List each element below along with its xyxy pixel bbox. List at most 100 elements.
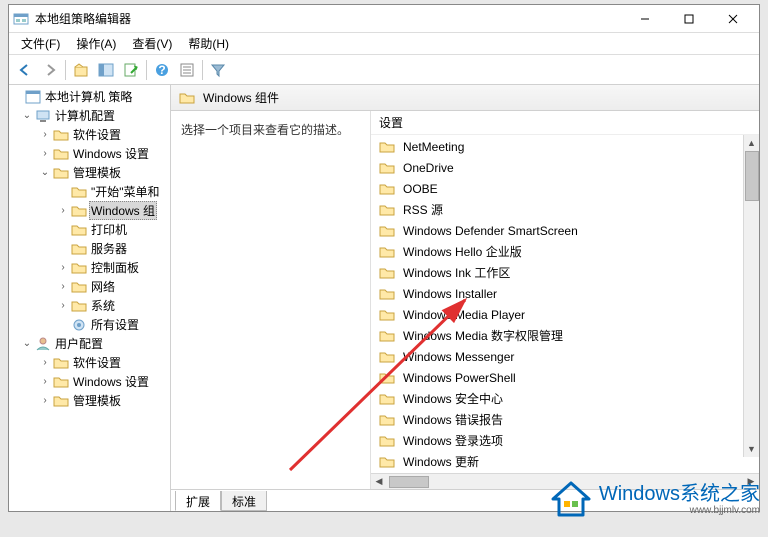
list-item-label: OneDrive — [403, 161, 454, 175]
list-item[interactable]: Windows Media 数字权限管理 — [371, 325, 759, 346]
tree-root[interactable]: 本地计算机 策略 — [9, 87, 170, 106]
scroll-thumb[interactable] — [389, 476, 429, 488]
folder-icon — [379, 328, 395, 344]
expand-right-icon[interactable]: › — [57, 300, 69, 312]
tree-software-settings[interactable]: › 软件设置 — [9, 125, 170, 144]
expand-right-icon[interactable]: › — [39, 357, 51, 369]
folder-icon — [53, 393, 69, 409]
expand-right-icon[interactable]: › — [57, 281, 69, 293]
tree-user-config[interactable]: ⌄ 用户配置 — [9, 334, 170, 353]
folder-icon — [379, 265, 395, 281]
list-item[interactable]: Windows Ink 工作区 — [371, 262, 759, 283]
settings-list: 设置 NetMeeting OneDrive OOBERSS 源Windows De… — [371, 111, 759, 489]
minimize-button[interactable] — [623, 5, 667, 33]
show-hide-tree-button[interactable] — [94, 58, 118, 82]
scroll-left-icon[interactable]: ◀ — [371, 475, 387, 489]
column-header-setting[interactable]: 设置 — [371, 111, 759, 135]
vertical-scrollbar[interactable]: ▲ ▼ — [743, 135, 759, 457]
menu-help[interactable]: 帮助(H) — [180, 33, 237, 54]
tree-windows-settings[interactable]: › Windows 设置 — [9, 144, 170, 163]
tree-start-menu[interactable]: "开始"菜单和 — [9, 182, 170, 201]
expand-right-icon[interactable]: › — [39, 148, 51, 160]
tree-system[interactable]: › 系统 — [9, 296, 170, 315]
scroll-up-icon[interactable]: ▲ — [744, 135, 759, 151]
expand-down-icon[interactable]: ⌄ — [21, 110, 33, 122]
list-item[interactable]: Windows 更新 — [371, 451, 759, 472]
folder-icon — [379, 244, 395, 260]
expand-down-icon[interactable]: ⌄ — [39, 167, 51, 179]
expand-down-icon[interactable]: ⌄ — [21, 338, 33, 350]
folder-icon — [71, 241, 87, 257]
folder-icon — [379, 433, 395, 449]
menu-action[interactable]: 操作(A) — [68, 33, 124, 54]
filter-button[interactable] — [206, 58, 230, 82]
tab-standard[interactable]: 标准 — [221, 491, 267, 511]
tree-admin-templates[interactable]: ⌄ 管理模板 — [9, 163, 170, 182]
up-button[interactable] — [69, 58, 93, 82]
tree-control-panel[interactable]: › 控制面板 — [9, 258, 170, 277]
tree-u-software-settings[interactable]: › 软件设置 — [9, 353, 170, 372]
folder-icon — [379, 160, 395, 176]
description-pane: 选择一个项目来查看它的描述。 — [171, 111, 371, 489]
watermark-text: Windows系统之家 — [599, 483, 760, 505]
list-item-label: Windows Ink 工作区 — [403, 264, 510, 281]
folder-icon — [53, 165, 69, 181]
list-item[interactable]: Windows PowerShell — [371, 367, 759, 388]
tab-extended[interactable]: 扩展 — [175, 491, 221, 511]
menu-file[interactable]: 文件(F) — [13, 33, 68, 54]
list-item-label: Windows 安全中心 — [403, 390, 503, 407]
list-item[interactable]: Windows 安全中心 — [371, 388, 759, 409]
list-item-label: Windows PowerShell — [403, 371, 516, 385]
expand-right-icon[interactable]: › — [57, 262, 69, 274]
list-item[interactable]: Windows Media Player — [371, 304, 759, 325]
list-item[interactable]: Windows Messenger — [371, 346, 759, 367]
scroll-thumb[interactable] — [745, 151, 759, 201]
folder-icon — [379, 202, 395, 218]
tree-pane[interactable]: 本地计算机 策略 ⌄ 计算机配置 › 软件设置 › Windows 设置 — [9, 85, 171, 511]
close-button[interactable] — [711, 5, 755, 33]
export-button[interactable] — [119, 58, 143, 82]
folder-icon — [379, 223, 395, 239]
content-header: Windows 组件 — [171, 85, 759, 111]
expand-right-icon[interactable]: › — [39, 376, 51, 388]
back-button[interactable] — [13, 58, 37, 82]
list-item[interactable]: Windows Hello 企业版 — [371, 241, 759, 262]
folder-icon — [53, 355, 69, 371]
tree-u-admin-templates[interactable]: › 管理模板 — [9, 391, 170, 410]
expand-right-icon[interactable]: › — [39, 129, 51, 141]
list-item[interactable]: OneDrive — [371, 157, 759, 178]
properties-button[interactable] — [175, 58, 199, 82]
list-item[interactable]: OOBE — [371, 178, 759, 199]
expander-icon[interactable] — [11, 91, 23, 103]
expand-right-icon[interactable]: › — [39, 395, 51, 407]
folder-icon — [379, 391, 395, 407]
list-item[interactable]: Windows Defender SmartScreen — [371, 220, 759, 241]
list-item[interactable]: NetMeeting — [371, 136, 759, 157]
watermark: Windows系统之家 www.bjjmlv.com — [549, 477, 760, 521]
help-button[interactable]: ? — [150, 58, 174, 82]
list-item[interactable]: Windows 登录选项 — [371, 430, 759, 451]
expand-right-icon[interactable]: › — [57, 205, 69, 217]
tree-u-windows-settings[interactable]: › Windows 设置 — [9, 372, 170, 391]
maximize-button[interactable] — [667, 5, 711, 33]
folder-icon — [179, 90, 195, 106]
scroll-down-icon[interactable]: ▼ — [744, 441, 759, 457]
tree-windows-components[interactable]: › Windows 组 — [9, 201, 170, 220]
folder-icon — [71, 260, 87, 276]
folder-icon — [379, 286, 395, 302]
list-item[interactable]: Windows 错误报告 — [371, 409, 759, 430]
settings-icon — [71, 317, 87, 333]
menu-view[interactable]: 查看(V) — [124, 33, 180, 54]
folder-icon — [379, 454, 395, 470]
forward-button[interactable] — [38, 58, 62, 82]
tree-all-settings[interactable]: 所有设置 — [9, 315, 170, 334]
list-item[interactable]: RSS 源 — [371, 199, 759, 220]
tree-servers[interactable]: 服务器 — [9, 239, 170, 258]
tree-printers[interactable]: 打印机 — [9, 220, 170, 239]
list-item[interactable]: Windows Installer — [371, 283, 759, 304]
folder-icon — [53, 146, 69, 162]
policy-icon — [25, 89, 41, 105]
tree-computer-config[interactable]: ⌄ 计算机配置 — [9, 106, 170, 125]
folder-icon — [71, 279, 87, 295]
tree-network[interactable]: › 网络 — [9, 277, 170, 296]
